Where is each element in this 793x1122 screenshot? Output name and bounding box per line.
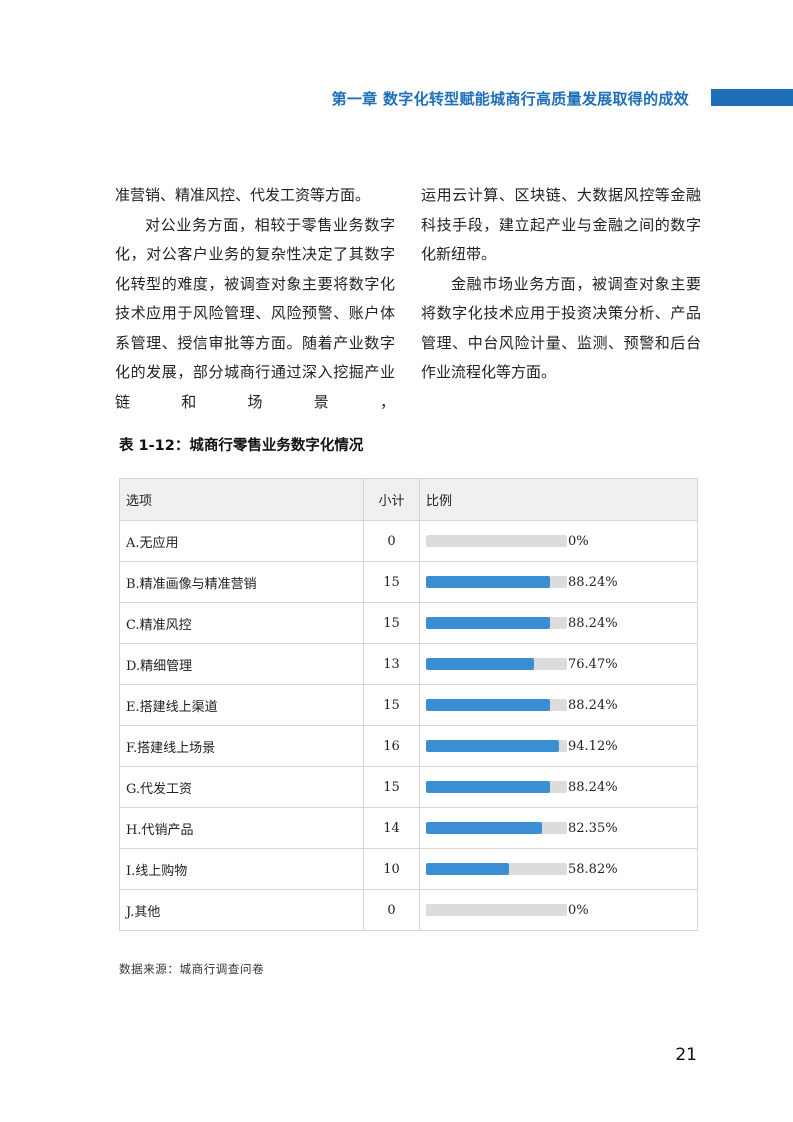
table-row: B.精准画像与精准营销 15 88.24%	[119, 561, 698, 603]
paragraph: 金融市场业务方面，被调查对象主要将数字化技术应用于投资决策分析、产品管理、中台风…	[421, 274, 701, 382]
progress-track	[426, 658, 567, 670]
table-row: C.精准风控 15 88.24%	[119, 602, 698, 644]
option-cell: H.代销产品	[119, 807, 364, 849]
percentage-label: 88.24%	[568, 615, 618, 631]
option-cell: D.精细管理	[119, 643, 364, 685]
count-cell: 13	[363, 643, 420, 685]
header-ratio: 比例	[419, 478, 698, 521]
ratio-cell: 58.82%	[419, 848, 698, 890]
progress-fill	[426, 617, 551, 629]
header-option: 选项	[119, 478, 364, 521]
option-cell: G.代发工资	[119, 766, 364, 808]
ratio-cell: 82.35%	[419, 807, 698, 849]
table-row: H.代销产品 14 82.35%	[119, 807, 698, 849]
progress-track	[426, 576, 567, 588]
option-cell: B.精准画像与精准营销	[119, 561, 364, 603]
table-header-row: 选项 小计 比例	[119, 478, 698, 521]
count-cell: 10	[363, 848, 420, 890]
count-cell: 15	[363, 684, 420, 726]
data-source-note: 数据来源：城商行调查问卷	[119, 962, 265, 976]
table-row: I.线上购物 10 58.82%	[119, 848, 698, 890]
percentage-label: 88.24%	[568, 779, 618, 795]
option-cell: A.无应用	[119, 520, 364, 562]
progress-track	[426, 535, 567, 547]
count-cell: 15	[363, 602, 420, 644]
option-cell: I.线上购物	[119, 848, 364, 890]
count-cell: 15	[363, 561, 420, 603]
table-row: D.精细管理 13 76.47%	[119, 643, 698, 685]
percentage-label: 0%	[568, 902, 589, 918]
data-table: 选项 小计 比例 A.无应用 0 0% B.精准画像与精准营销 15 88.24% C.精准…	[119, 478, 698, 931]
table-row: E.搭建线上渠道 15 88.24%	[119, 684, 698, 726]
ratio-cell: 88.24%	[419, 766, 698, 808]
option-cell: E.搭建线上渠道	[119, 684, 364, 726]
paragraph: 对公业务方面，相较于零售业务数字化，对公客户业务的复杂性决定了其数字化转型的难度…	[115, 215, 395, 411]
percentage-label: 76.47%	[568, 656, 618, 672]
ratio-cell: 94.12%	[419, 725, 698, 767]
progress-track	[426, 822, 567, 834]
progress-track	[426, 863, 567, 875]
body-column-left: 准营销、精准风控、代发工资等方面。 对公业务方面，相较于零售业务数字化，对公客户…	[115, 181, 395, 417]
progress-fill	[426, 822, 543, 834]
ratio-cell: 0%	[419, 889, 698, 931]
option-cell: F.搭建线上场景	[119, 725, 364, 767]
chapter-title: 第一章 数字化转型赋能城商行高质量发展取得的成效	[331, 90, 689, 108]
ratio-cell: 88.24%	[419, 602, 698, 644]
chapter-accent-bar	[711, 89, 793, 106]
paragraph: 运用云计算、区块链、大数据风控等金融科技手段，建立起产业与金融之间的数字化新纽带…	[421, 186, 701, 263]
progress-track	[426, 740, 567, 752]
progress-track	[426, 904, 567, 916]
table-title: 表 1-12：城商行零售业务数字化情况	[119, 438, 364, 454]
percentage-label: 94.12%	[568, 738, 618, 754]
count-cell: 0	[363, 520, 420, 562]
progress-fill	[426, 781, 551, 793]
table-row: F.搭建线上场景 16 94.12%	[119, 725, 698, 767]
count-cell: 15	[363, 766, 420, 808]
progress-fill	[426, 740, 559, 752]
progress-track	[426, 699, 567, 711]
count-cell: 14	[363, 807, 420, 849]
progress-track	[426, 617, 567, 629]
table-body: A.无应用 0 0% B.精准画像与精准营销 15 88.24% C.精准风控 15 88.24…	[119, 520, 698, 931]
percentage-label: 58.82%	[568, 861, 618, 877]
count-cell: 16	[363, 725, 420, 767]
ratio-cell: 88.24%	[419, 561, 698, 603]
percentage-label: 88.24%	[568, 574, 618, 590]
count-cell: 0	[363, 889, 420, 931]
table-row: A.无应用 0 0%	[119, 520, 698, 562]
percentage-label: 88.24%	[568, 697, 618, 713]
table-row: J.其他 0 0%	[119, 889, 698, 931]
ratio-cell: 0%	[419, 520, 698, 562]
ratio-cell: 88.24%	[419, 684, 698, 726]
progress-track	[426, 781, 567, 793]
table-row: G.代发工资 15 88.24%	[119, 766, 698, 808]
page-number: 21	[675, 1045, 697, 1065]
progress-fill	[426, 699, 551, 711]
progress-fill	[426, 576, 551, 588]
header-count: 小计	[363, 478, 420, 521]
option-cell: J.其他	[119, 889, 364, 931]
progress-fill	[426, 658, 534, 670]
percentage-label: 82.35%	[568, 820, 618, 836]
option-cell: C.精准风控	[119, 602, 364, 644]
progress-fill	[426, 863, 509, 875]
ratio-cell: 76.47%	[419, 643, 698, 685]
paragraph: 准营销、精准风控、代发工资等方面。	[115, 186, 371, 204]
body-column-right: 运用云计算、区块链、大数据风控等金融科技手段，建立起产业与金融之间的数字化新纽带…	[421, 181, 701, 388]
percentage-label: 0%	[568, 533, 589, 549]
